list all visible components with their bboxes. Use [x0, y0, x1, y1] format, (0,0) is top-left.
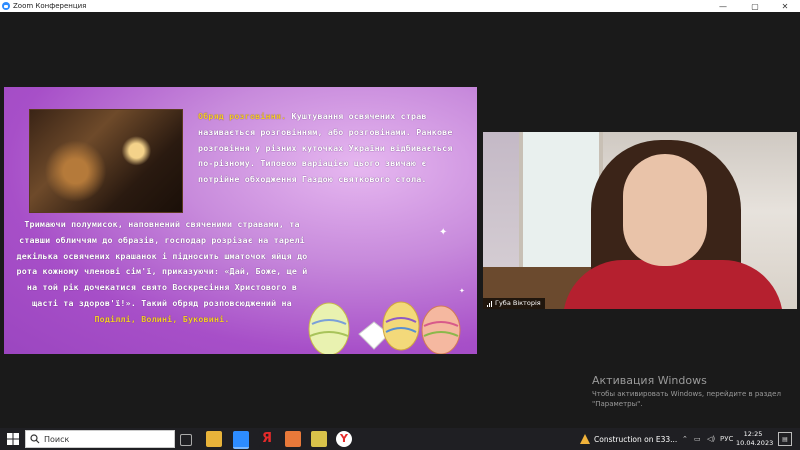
- clock-date: 10.04.2023: [736, 439, 774, 447]
- network-icon[interactable]: ▭: [694, 431, 701, 447]
- title-bar: Zoom Конференция — ▢ ✕: [0, 0, 800, 12]
- maximize-button[interactable]: ▢: [740, 0, 770, 12]
- close-button[interactable]: ✕: [770, 0, 800, 12]
- shared-screen-slide: Обряд розговіння. Куштування освячених с…: [4, 87, 477, 354]
- taskbar-notification[interactable]: Construction on E33...: [580, 431, 677, 447]
- participant-video[interactable]: Губа Вікторія: [483, 132, 797, 309]
- file-explorer-icon[interactable]: [206, 431, 222, 447]
- participant-face: [623, 154, 707, 266]
- taskbar-search-box[interactable]: Поиск: [25, 430, 175, 448]
- taskbar: Поиск Я Y Construction on E33... ⌃ ▭ ◁) …: [0, 428, 800, 450]
- participant-body: [563, 260, 783, 309]
- windows-start-icon[interactable]: [7, 433, 19, 445]
- slide-paragraph-2: Тримаючи полумисок, наповнений свяченими…: [14, 217, 310, 328]
- paragraph-1-text: Куштування освячених страв називається р…: [198, 111, 453, 185]
- warning-icon: [580, 434, 590, 444]
- app-icon-orange[interactable]: [285, 431, 301, 447]
- paragraph-2-text: Тримаючи полумисок, наповнений свяченими…: [16, 219, 308, 308]
- yandex-browser-icon[interactable]: Я: [259, 431, 275, 447]
- activation-line-1: Чтобы активировать Windows, перейдите в …: [592, 390, 781, 398]
- input-language[interactable]: РУС: [720, 431, 733, 447]
- search-icon: [30, 434, 40, 444]
- signal-strength-icon: [487, 300, 492, 307]
- slide-paragraph-1: Обряд розговіння. Куштування освячених с…: [198, 109, 470, 188]
- minimize-button[interactable]: —: [708, 0, 738, 12]
- activation-watermark-title: Активация Windows: [592, 374, 707, 387]
- task-view-icon[interactable]: [180, 434, 192, 446]
- tray-chevron-icon[interactable]: ⌃: [682, 431, 688, 447]
- zoom-icon: [2, 2, 10, 10]
- clock-time: 12:25: [743, 430, 763, 438]
- easter-baskets-photo: [29, 109, 183, 213]
- participant-name-tag: Губа Вікторія: [483, 298, 545, 309]
- app-icon-yellow[interactable]: [311, 431, 327, 447]
- participant-name: Губа Вікторія: [495, 299, 541, 307]
- paragraph-2-highlight: Поділлі, Волині, Буковині.: [94, 313, 230, 324]
- search-label: Поиск: [44, 434, 70, 444]
- volume-icon[interactable]: ◁): [707, 431, 715, 447]
- sparkle-icon: ✦: [439, 227, 448, 238]
- taskbar-clock[interactable]: 12:25 10.04.2023: [736, 430, 774, 448]
- activation-line-2: "Параметры".: [592, 400, 643, 408]
- yandex-icon[interactable]: Y: [336, 431, 352, 447]
- notification-text: Construction on E33...: [594, 434, 678, 444]
- activation-watermark-text: Чтобы активировать Windows, перейдите в …: [592, 389, 792, 409]
- easter-eggs-illustration: [308, 301, 461, 354]
- zoom-taskbar-icon[interactable]: [233, 431, 249, 449]
- window-title: Zoom Конференция: [13, 2, 87, 10]
- paragraph-1-highlight: Обряд розговіння.: [198, 111, 287, 121]
- notifications-icon[interactable]: ▤: [778, 432, 792, 446]
